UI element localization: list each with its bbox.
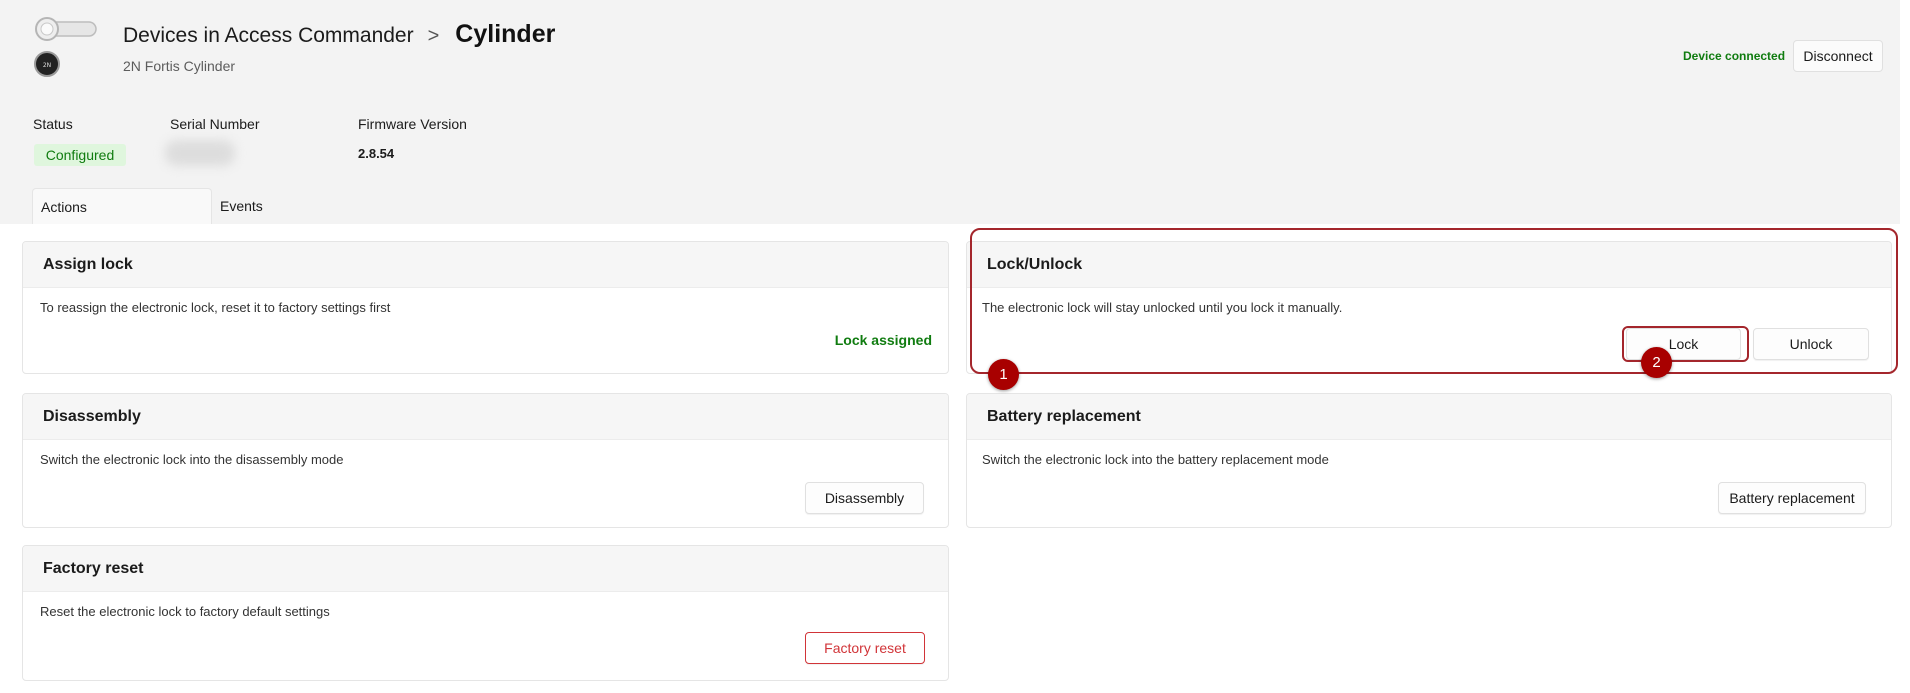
tab-events[interactable]: Events (212, 188, 312, 224)
assign-lock-description: To reassign the electronic lock, reset i… (40, 300, 391, 315)
disassembly-title: Disassembly (23, 394, 948, 440)
lock-unlock-card: Lock/Unlock The electronic lock will sta… (966, 241, 1892, 374)
factory-reset-card: Factory reset Reset the electronic lock … (22, 545, 949, 681)
cylinder-device-icon: 2N (32, 14, 102, 80)
unlock-button[interactable]: Unlock (1753, 328, 1869, 360)
breadcrumb: Devices in Access Commander > Cylinder (123, 20, 555, 49)
firmware-version-value: 2.8.54 (358, 146, 395, 161)
disassembly-description: Switch the electronic lock into the disa… (40, 452, 344, 467)
factory-reset-button[interactable]: Factory reset (805, 632, 925, 664)
firmware-version-label: Firmware Version (358, 116, 467, 132)
factory-reset-description: Reset the electronic lock to factory def… (40, 604, 330, 619)
battery-replacement-description: Switch the electronic lock into the batt… (982, 452, 1329, 467)
annotation-marker-2: 2 (1641, 347, 1672, 378)
disconnect-button[interactable]: Disconnect (1793, 40, 1883, 72)
device-header: 2N Devices in Access Commander > Cylinde… (0, 0, 1900, 224)
lock-assigned-status: Lock assigned (834, 332, 932, 348)
lock-unlock-description: The electronic lock will stay unlocked u… (982, 300, 1343, 315)
svg-text:2N: 2N (43, 62, 51, 69)
disassembly-card: Disassembly Switch the electronic lock i… (22, 393, 949, 528)
factory-reset-title: Factory reset (23, 546, 948, 592)
assign-lock-card: Assign lock To reassign the electronic l… (22, 241, 949, 374)
lock-unlock-title: Lock/Unlock (967, 242, 1891, 288)
disassembly-button[interactable]: Disassembly (805, 482, 924, 514)
breadcrumb-separator: > (427, 25, 440, 47)
battery-replacement-button[interactable]: Battery replacement (1718, 482, 1866, 514)
breadcrumb-devices-link[interactable]: Devices in Access Commander (123, 24, 414, 48)
status-label: Status (33, 116, 73, 132)
connection-status: Device connected (1683, 49, 1786, 63)
page-title: Cylinder (455, 20, 556, 48)
battery-replacement-card: Battery replacement Switch the electroni… (966, 393, 1892, 528)
battery-replacement-title: Battery replacement (967, 394, 1891, 440)
tab-actions[interactable]: Actions (32, 188, 212, 224)
status-badge: Configured (34, 144, 126, 166)
device-model: 2N Fortis Cylinder (123, 58, 236, 74)
serial-number-label: Serial Number (170, 116, 260, 132)
annotation-marker-1: 1 (988, 359, 1019, 390)
assign-lock-title: Assign lock (23, 242, 948, 288)
serial-number-redacted (165, 140, 235, 166)
